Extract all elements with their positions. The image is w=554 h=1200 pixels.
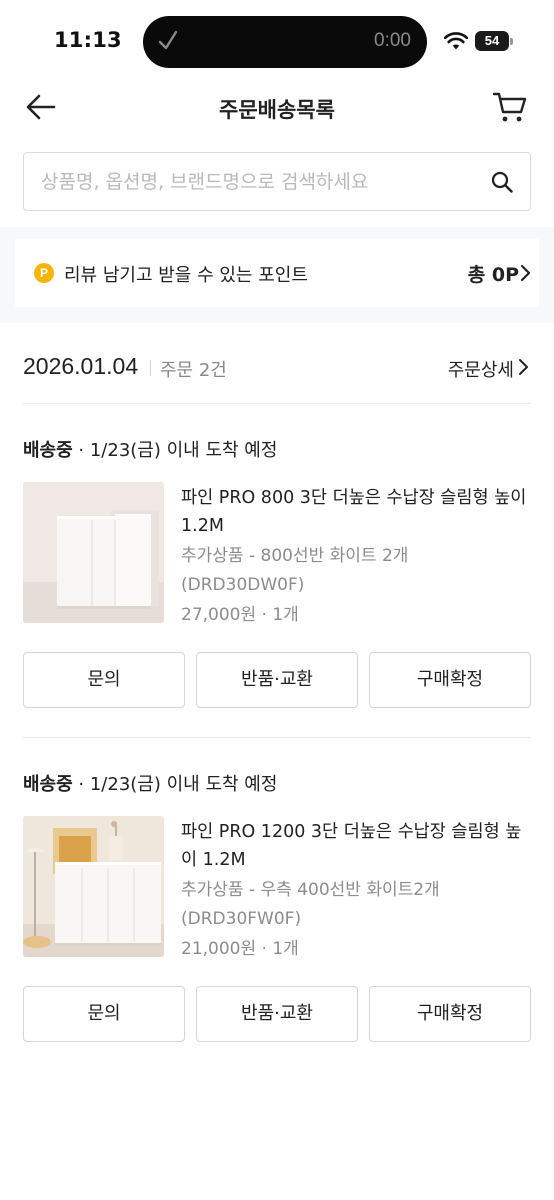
return-exchange-button[interactable]: 반품·교환 (196, 652, 358, 708)
product-image[interactable] (23, 816, 164, 957)
order-count: 주문 2건 (160, 360, 227, 381)
shipping-status: 배송중 · 1/23(금) 이내 도착 예정 (23, 436, 277, 462)
wifi-icon (444, 32, 468, 50)
return-exchange-button[interactable]: 반품·교환 (196, 986, 358, 1042)
dynamic-island[interactable]: 0:00 (143, 16, 427, 68)
check-icon (158, 30, 178, 50)
section-divider (23, 737, 531, 738)
shipping-status-label: 배송중 (23, 774, 73, 795)
shipping-status: 배송중 · 1/23(금) 이내 도착 예정 (23, 770, 277, 796)
chevron-right-icon (520, 264, 531, 282)
battery-indicator: 54 (475, 31, 513, 51)
confirm-purchase-button[interactable]: 구매확정 (369, 652, 531, 708)
order-date: 2026.01.04 (23, 353, 139, 379)
order-separator (150, 360, 151, 376)
battery-tip (510, 38, 513, 45)
status-time: 11:13 (54, 28, 122, 52)
product-option: 추가상품 - 우측 400선반 화이트2개 (DRD30FW0F) (181, 880, 440, 929)
points-label: 리뷰 남기고 받을 수 있는 포인트 (64, 265, 308, 286)
shipment-item: 배송중 · 1/23(금) 이내 도착 예정 파인 PRO 1200 3단 더높… (0, 770, 554, 1060)
order-detail-link[interactable]: 주문상세 (448, 356, 514, 382)
product-name[interactable]: 파인 PRO 800 3단 더높은 수납장 슬림형 높이 1.2M (181, 484, 531, 540)
section-divider (23, 403, 531, 404)
chevron-right-icon (519, 359, 528, 375)
product-image[interactable] (23, 482, 164, 623)
page-title: 주문배송목록 (219, 98, 335, 122)
product-price: 27,000원 · 1개 (181, 605, 299, 625)
shipping-eta: · 1/23(금) 이내 도착 예정 (72, 440, 278, 461)
inquiry-button[interactable]: 문의 (23, 652, 185, 708)
review-points-banner[interactable]: P 리뷰 남기고 받을 수 있는 포인트 총 0P (15, 239, 539, 307)
status-bar: 11:13 0:00 54 (0, 0, 554, 84)
cart-icon[interactable] (492, 90, 528, 124)
app-header: 주문배송목록 (0, 84, 554, 130)
cabinet-image (23, 482, 164, 623)
product-price: 21,000원 · 1개 (181, 939, 299, 959)
points-section: P 리뷰 남기고 받을 수 있는 포인트 총 0P (0, 227, 554, 323)
shipping-status-label: 배송중 (23, 440, 73, 461)
media-timer: 0:00 (374, 30, 411, 51)
inquiry-button[interactable]: 문의 (23, 986, 185, 1042)
cabinet-room-image (23, 816, 164, 957)
search-input[interactable] (41, 153, 471, 210)
battery-level-text: 54 (484, 33, 500, 48)
shipment-item: 배송중 · 1/23(금) 이내 도착 예정 파인 PRO 800 3단 더높은… (0, 436, 554, 726)
search-icon[interactable] (490, 170, 514, 194)
points-total: 총 0P (467, 264, 519, 286)
confirm-purchase-button[interactable]: 구매확정 (369, 986, 531, 1042)
search-box (23, 152, 531, 211)
product-name[interactable]: 파인 PRO 1200 3단 더높은 수납장 슬림형 높이 1.2M (181, 818, 531, 874)
shipping-eta: · 1/23(금) 이내 도착 예정 (72, 774, 278, 795)
point-coin-icon: P (34, 263, 54, 283)
product-option: 추가상품 - 800선반 화이트 2개 (DRD30DW0F) (181, 546, 409, 595)
